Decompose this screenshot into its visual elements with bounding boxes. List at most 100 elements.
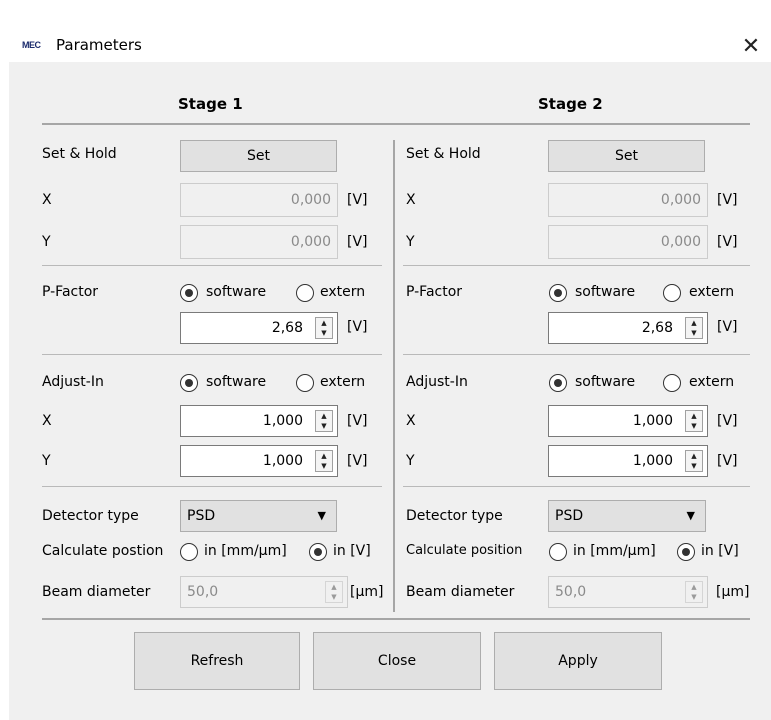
stage2-adjustin-label: Adjust-In <box>406 374 468 390</box>
close-button[interactable]: Close <box>313 632 481 690</box>
stage1-detector-label: Detector type <box>42 508 139 524</box>
stage2-adjust-x-spinbox[interactable]: 1,000 ▲ ▼ <box>548 405 708 437</box>
title-bar: MEC Parameters ✕ <box>0 10 771 62</box>
stage2-x-label: X <box>406 192 416 208</box>
stage2-detector-select[interactable]: PSD ▼ <box>548 500 706 532</box>
stage2-hold-x-unit: [V] <box>717 192 738 208</box>
spin-arrows-icon[interactable]: ▲ ▼ <box>315 410 333 432</box>
stage1-set-button[interactable]: Set <box>180 140 337 172</box>
stage1-adjust-x-label: X <box>42 413 52 429</box>
window-top-edge <box>0 0 771 10</box>
stage2-hold-x-field: 0,000 <box>548 183 708 217</box>
stage2-hold-y-unit: [V] <box>717 234 738 250</box>
stage2-beam-label: Beam diameter <box>406 584 515 600</box>
stage1-hold-x-field: 0,000 <box>180 183 338 217</box>
stage1-hold-y-unit: [V] <box>347 234 368 250</box>
stage1-adjust-y-value[interactable]: 1,000 <box>263 446 303 476</box>
stage1-beam-value: 50,0 <box>187 584 219 600</box>
stage2-pfactor-software-label[interactable]: software <box>575 284 635 300</box>
stage2-adjustin-software-label[interactable]: software <box>575 374 635 390</box>
stage2-calcpos-v-label[interactable]: in [V] <box>701 543 739 559</box>
stage1-adjustin-software-radio[interactable] <box>180 374 198 392</box>
spin-arrows-icon: ▲ ▼ <box>325 581 343 603</box>
stage1-adjust-x-spinbox[interactable]: 1,000 ▲ ▼ <box>180 405 338 437</box>
stage1-pfactor-extern-radio[interactable] <box>296 284 314 302</box>
apply-button[interactable]: Apply <box>494 632 662 690</box>
stage1-pfactor-label: P-Factor <box>42 284 99 300</box>
stage2-adjustin-extern-label[interactable]: extern <box>689 374 734 390</box>
stage1-hold-y-field: 0,000 <box>180 225 338 259</box>
refresh-button[interactable]: Refresh <box>134 632 300 690</box>
stage-divider <box>393 140 395 612</box>
spin-arrows-icon[interactable]: ▲ ▼ <box>685 450 703 472</box>
stage2-adjust-y-value[interactable]: 1,000 <box>633 446 673 476</box>
stage2-adjust-y-label: Y <box>406 453 415 469</box>
footer-divider <box>42 618 750 620</box>
stage1-adjustin-extern-radio[interactable] <box>296 374 314 392</box>
stage2-set-button[interactable]: Set <box>548 140 705 172</box>
stage1-pfactor-software-radio[interactable] <box>180 284 198 302</box>
stage1-calcpos-mm-label[interactable]: in [mm/µm] <box>204 543 287 559</box>
stage2-beam-unit: [µm] <box>716 584 750 600</box>
spin-arrows-icon[interactable]: ▲ ▼ <box>315 450 333 472</box>
stage2-y-label: Y <box>406 234 415 250</box>
stage2-calcpos-v-radio[interactable] <box>677 543 695 561</box>
spin-arrows-icon[interactable]: ▲ ▼ <box>685 317 703 339</box>
stage2-pfactor-unit: [V] <box>717 319 738 335</box>
stage1-adjustin-label: Adjust-In <box>42 374 104 390</box>
stage2-pfactor-value[interactable]: 2,68 <box>642 313 673 343</box>
stage1-divider-1 <box>42 265 382 266</box>
stage1-y-label: Y <box>42 234 51 250</box>
stage1-adjustin-extern-label[interactable]: extern <box>320 374 365 390</box>
stage2-adjust-y-spinbox[interactable]: 1,000 ▲ ▼ <box>548 445 708 477</box>
spin-arrows-icon[interactable]: ▲ ▼ <box>685 410 703 432</box>
stage2-calcpos-label: Calculate position <box>406 543 523 558</box>
stage1-detector-select[interactable]: PSD ▼ <box>180 500 337 532</box>
stage1-pfactor-unit: [V] <box>347 319 368 335</box>
stage2-detector-value[interactable]: PSD <box>555 501 583 531</box>
stage2-beam-spinbox: 50,0 ▲ ▼ <box>548 576 708 608</box>
stage1-beam-unit: [µm] <box>350 584 384 600</box>
close-window-icon[interactable]: ✕ <box>736 32 766 62</box>
stage1-beam-label: Beam diameter <box>42 584 151 600</box>
stage1-divider-2 <box>42 354 382 355</box>
stage2-adjustin-software-radio[interactable] <box>549 374 567 392</box>
stage1-calcpos-mm-radio[interactable] <box>180 543 198 561</box>
stage1-adjust-y-unit: [V] <box>347 453 368 469</box>
stage2-divider-1 <box>403 265 750 266</box>
stage2-pfactor-extern-radio[interactable] <box>663 284 681 302</box>
stage1-detector-value[interactable]: PSD <box>187 501 215 531</box>
stage2-hold-y-field: 0,000 <box>548 225 708 259</box>
stage2-pfactor-software-radio[interactable] <box>549 284 567 302</box>
stage1-calcpos-v-label[interactable]: in [V] <box>333 543 371 559</box>
stage2-calcpos-mm-radio[interactable] <box>549 543 567 561</box>
stage2-adjust-x-label: X <box>406 413 416 429</box>
stage1-pfactor-value[interactable]: 2,68 <box>272 313 303 343</box>
window-title: Parameters <box>56 36 142 54</box>
spin-arrows-icon[interactable]: ▲ ▼ <box>315 317 333 339</box>
stage2-pfactor-spinbox[interactable]: 2,68 ▲ ▼ <box>548 312 708 344</box>
stage2-adjust-y-unit: [V] <box>717 453 738 469</box>
stage2-pfactor-extern-label[interactable]: extern <box>689 284 734 300</box>
stage1-beam-spinbox: 50,0 ▲ ▼ <box>180 576 348 608</box>
chevron-down-icon[interactable]: ▼ <box>687 501 695 531</box>
header-divider <box>42 123 750 125</box>
stage2-divider-2 <box>403 354 750 355</box>
stage1-adjust-x-value[interactable]: 1,000 <box>263 406 303 436</box>
stage2-adjust-x-unit: [V] <box>717 413 738 429</box>
stage1-pfactor-software-label[interactable]: software <box>206 284 266 300</box>
stage1-divider-3 <box>42 486 382 487</box>
stage2-pfactor-label: P-Factor <box>406 284 463 300</box>
stage2-header: Stage 2 <box>538 95 603 113</box>
stage1-calcpos-v-radio[interactable] <box>309 543 327 561</box>
stage1-adjust-x-unit: [V] <box>347 413 368 429</box>
stage2-adjustin-extern-radio[interactable] <box>663 374 681 392</box>
stage1-adjustin-software-label[interactable]: software <box>206 374 266 390</box>
stage1-pfactor-extern-label[interactable]: extern <box>320 284 365 300</box>
stage1-adjust-y-spinbox[interactable]: 1,000 ▲ ▼ <box>180 445 338 477</box>
stage1-pfactor-spinbox[interactable]: 2,68 ▲ ▼ <box>180 312 338 344</box>
chevron-down-icon[interactable]: ▼ <box>318 501 326 531</box>
stage2-calcpos-mm-label[interactable]: in [mm/µm] <box>573 543 656 559</box>
stage2-adjust-x-value[interactable]: 1,000 <box>633 406 673 436</box>
app-logo-icon: MEC <box>22 40 41 50</box>
